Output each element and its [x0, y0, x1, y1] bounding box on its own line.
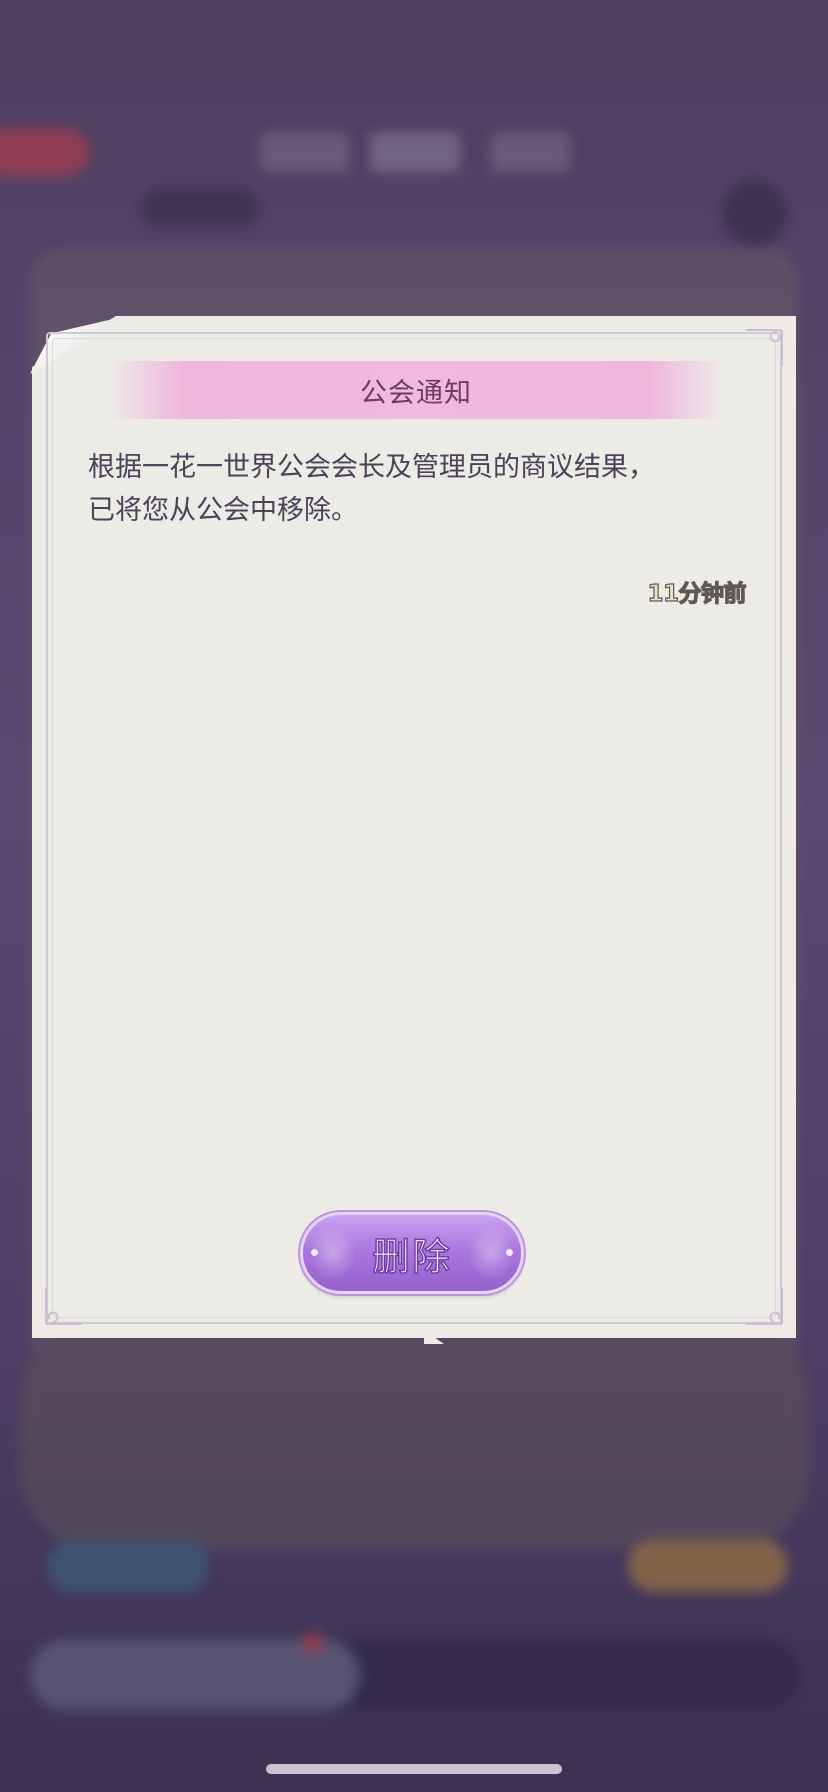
background-red-badge — [0, 128, 90, 176]
dialog-title-banner: 公会通知 — [110, 361, 722, 419]
background-notification-dot — [302, 1632, 324, 1654]
delete-button[interactable]: 删除 — [303, 1215, 521, 1291]
background-tab — [370, 132, 460, 172]
background-edit-button — [722, 180, 788, 246]
guild-notice-dialog: 公会通知 根据一花一世界公会会长及管理员的商议结果， 已将您从公会中移除。 11… — [30, 316, 796, 1344]
notice-message-line: 已将您从公会中移除。 — [88, 495, 358, 526]
background-teal-button — [48, 1540, 208, 1592]
background-tab — [260, 132, 350, 172]
button-dot-decoration — [311, 1249, 318, 1256]
background-gold-button — [628, 1540, 788, 1592]
notice-timestamp: 11分钟前 — [647, 580, 747, 607]
delete-button-label: 删除 — [371, 1234, 452, 1280]
dialog-title: 公会通知 — [360, 377, 472, 409]
notice-message: 根据一花一世界公会会长及管理员的商议结果， 已将您从公会中移除。 — [88, 446, 748, 532]
background-chip — [140, 188, 260, 226]
button-dot-decoration — [506, 1249, 513, 1256]
background-tab — [490, 132, 570, 172]
flourish-corner-icon — [742, 326, 786, 370]
flourish-corner-icon — [742, 1284, 786, 1328]
home-indicator[interactable] — [266, 1764, 562, 1774]
notice-message-line: 根据一花一世界公会会长及管理员的商议结果， — [88, 452, 655, 483]
background-card — [20, 1320, 810, 1550]
flourish-corner-icon — [42, 1284, 86, 1328]
